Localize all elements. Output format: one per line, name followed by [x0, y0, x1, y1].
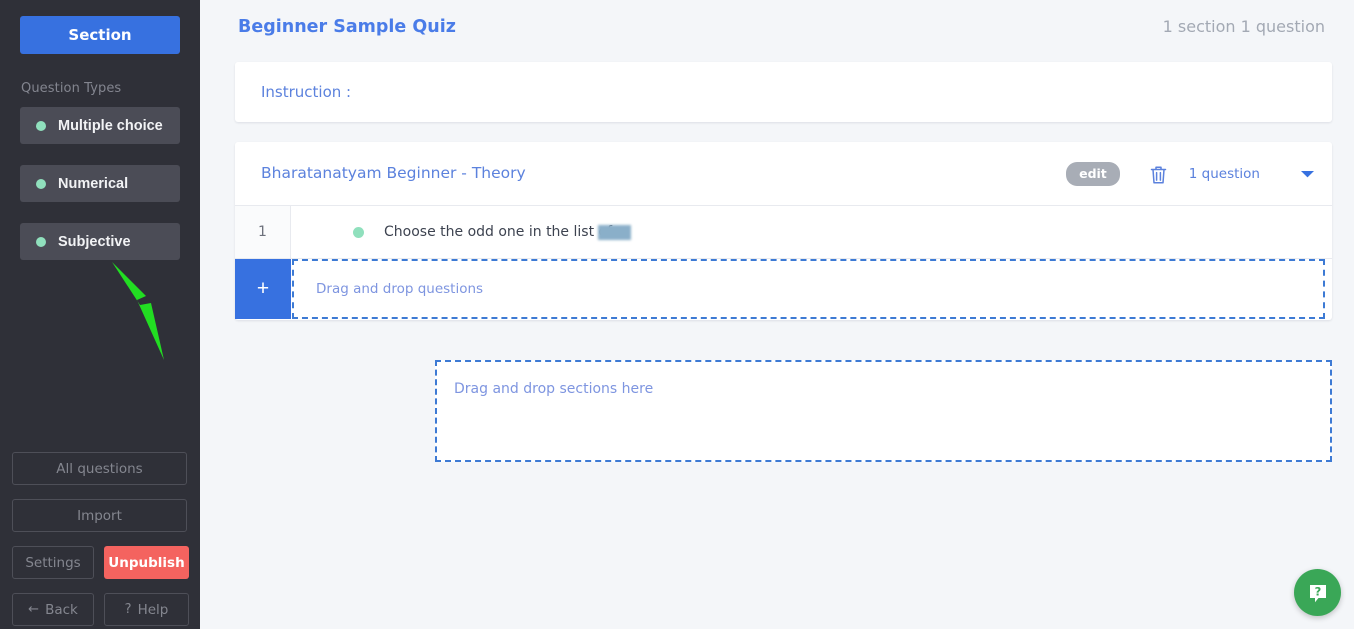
settings-label: Settings	[25, 554, 81, 571]
main-content: Beginner Sample Quiz 1 section 1 questio…	[200, 0, 1354, 629]
question-type-subjective[interactable]: Subjective	[20, 223, 180, 260]
import-label: Import	[77, 507, 122, 524]
quiz-builder-app: Section Question Types Multiple choice N…	[0, 0, 1354, 629]
status-dot-icon	[36, 236, 46, 247]
instruction-label: Instruction :	[261, 83, 352, 101]
sections-dropzone-label: Drag and drop sections here	[454, 381, 654, 397]
question-text: Choose the odd one in the list of ...	[384, 224, 631, 240]
question-type-label: Numerical	[58, 175, 129, 192]
add-question-row: + Drag and drop questions	[235, 259, 1332, 319]
edit-label: edit	[1079, 166, 1107, 181]
question-type-label: Multiple choice	[58, 117, 163, 134]
question-type-numerical[interactable]: Numerical	[20, 165, 180, 202]
chevron-down-icon	[1301, 171, 1314, 178]
settings-button[interactable]: Settings	[12, 546, 94, 579]
chat-help-icon: ?	[1309, 584, 1326, 602]
question-number: 1	[235, 206, 291, 258]
question-text-value: Choose the odd one in the list of ...	[384, 224, 630, 240]
sidebar: Section Question Types Multiple choice N…	[0, 0, 200, 629]
question-body: Choose the odd one in the list of ...	[291, 206, 1332, 258]
help-chat-fab[interactable]: ?	[1294, 569, 1341, 616]
instruction-card[interactable]: Instruction :	[235, 62, 1332, 122]
status-dot-icon	[36, 178, 46, 189]
unpublish-button[interactable]: Unpublish	[104, 546, 189, 579]
section-card: Bharatanatyam Beginner - Theory edit 1 q…	[235, 142, 1332, 320]
import-button[interactable]: Import	[12, 499, 187, 532]
all-questions-label: All questions	[56, 460, 143, 477]
question-row[interactable]: 1 Choose the odd one in the list of ...	[235, 206, 1332, 259]
question-type-label: Subjective	[58, 233, 131, 250]
all-questions-button[interactable]: All questions	[12, 452, 187, 485]
help-label: Help	[137, 601, 169, 618]
question-mark-icon: ?	[124, 602, 132, 617]
unpublish-label: Unpublish	[108, 554, 185, 571]
add-section-label: Section	[68, 26, 132, 44]
collapse-section-button[interactable]	[1300, 169, 1315, 179]
status-dot-icon	[353, 226, 364, 238]
add-question-button[interactable]: +	[235, 259, 291, 319]
section-question-count[interactable]: 1 question	[1189, 166, 1260, 182]
back-button[interactable]: ← Back	[12, 593, 94, 626]
trash-icon	[1150, 165, 1167, 184]
delete-section-button[interactable]	[1149, 164, 1168, 185]
questions-dropzone-label: Drag and drop questions	[316, 281, 484, 297]
question-type-multiple-choice[interactable]: Multiple choice	[20, 107, 180, 144]
svg-text:?: ?	[1314, 584, 1321, 598]
back-label: Back	[45, 601, 78, 618]
quiz-summary: 1 section 1 question	[1162, 17, 1325, 36]
section-toolbar: edit 1 question	[1066, 142, 1315, 206]
add-question-label: +	[256, 277, 270, 300]
questions-dropzone[interactable]: Drag and drop questions	[292, 259, 1325, 319]
edit-section-button[interactable]: edit	[1066, 162, 1120, 186]
add-section-button[interactable]: Section	[20, 16, 180, 54]
section-header: Bharatanatyam Beginner - Theory edit 1 q…	[235, 142, 1332, 206]
help-button[interactable]: ? Help	[104, 593, 189, 626]
status-dot-icon	[36, 120, 46, 131]
question-types-heading: Question Types	[21, 81, 122, 96]
arrow-left-icon: ←	[28, 602, 40, 617]
page-title: Beginner Sample Quiz	[238, 17, 456, 37]
sections-dropzone[interactable]: Drag and drop sections here	[435, 360, 1332, 462]
redacted-text-overlay	[598, 225, 631, 240]
section-title[interactable]: Bharatanatyam Beginner - Theory	[261, 164, 526, 182]
green-arrow-annotation	[112, 262, 164, 360]
